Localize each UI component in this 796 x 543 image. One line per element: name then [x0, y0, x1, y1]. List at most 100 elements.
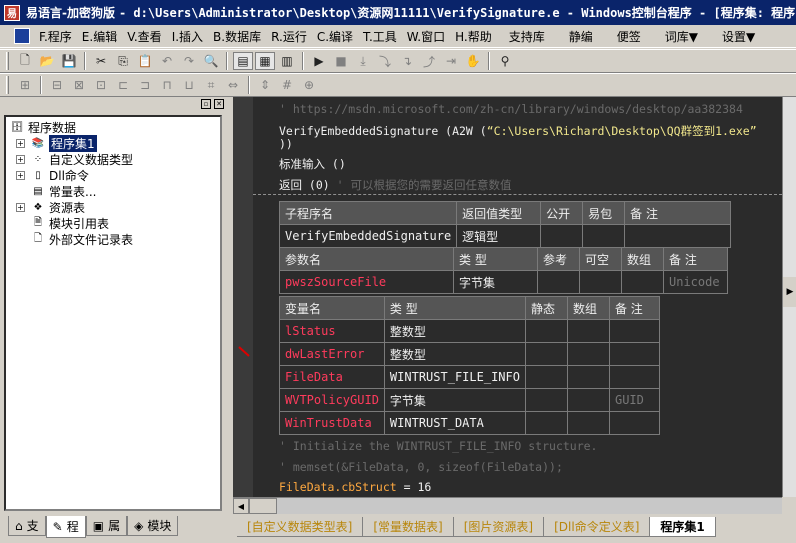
tab-properties[interactable]: ▣ 属 — [85, 516, 128, 536]
editor-gutter — [233, 97, 253, 497]
align-right-icon[interactable]: ⊠ — [69, 76, 89, 94]
step-icon[interactable]: ⤓ — [353, 52, 373, 70]
grid-icon[interactable]: # — [277, 76, 297, 94]
menu-edit[interactable]: E.编辑 — [77, 28, 122, 45]
run-icon[interactable]: ▶ — [309, 52, 329, 70]
expand-icon[interactable]: + — [16, 138, 25, 148]
tab-program[interactable]: ✎ 程 — [45, 516, 86, 538]
table-row[interactable]: lStatus 整数型 — [279, 319, 660, 343]
new-file-icon[interactable]: 🗋 — [15, 52, 35, 70]
sub-name[interactable]: VerifyEmbeddedSignature — [278, 224, 458, 248]
same-height-icon[interactable]: ⊔ — [179, 76, 199, 94]
panel-close-icon[interactable]: ✕ — [214, 99, 224, 109]
center-form-icon[interactable]: ⊕ — [299, 76, 319, 94]
align-bottom-icon[interactable]: ⊡ — [91, 76, 111, 94]
step-out-icon[interactable]: ⤴ — [419, 52, 439, 70]
table-row[interactable]: FileData WINTRUST_FILE_INFO — [279, 365, 660, 389]
menu-window[interactable]: W.窗口 — [402, 28, 450, 45]
menu-insert[interactable]: I.插入 — [167, 28, 208, 45]
tree-item-module[interactable]: + 📚 程序集1 — [6, 134, 220, 152]
tree-item-resources[interactable]: + ❖ 资源表 — [6, 199, 220, 215]
tab-constant-table[interactable]: [常量数据表] — [363, 517, 454, 537]
table-row[interactable]: pwszSourceFile 字节集 Unicode — [279, 270, 728, 294]
vertical-scrollbar[interactable]: ▶ — [782, 97, 796, 497]
step-into-icon[interactable]: ⤵ — [375, 52, 395, 70]
binoculars-icon[interactable]: ⚲ — [495, 52, 515, 70]
space-vertical-icon[interactable]: ⇕ — [255, 76, 275, 94]
menu-lexicon[interactable]: 词库▼ — [653, 28, 710, 45]
redo-icon[interactable]: ↷ — [179, 52, 199, 70]
align-top-icon[interactable]: ⊟ — [47, 76, 67, 94]
menu-settings[interactable]: 设置▼ — [710, 28, 767, 45]
title-bar: 易 易语言-加密狗版 - d:\Users\Administrator\Desk… — [0, 0, 796, 25]
expand-icon[interactable]: + — [16, 154, 25, 164]
table-row[interactable]: WVTPolicyGUID 字节集 GUID — [279, 388, 660, 412]
tab-dll-commands[interactable]: [Dll命令定义表] — [544, 517, 651, 537]
table-row[interactable]: WinTrustData WINTRUST_DATA — [279, 411, 660, 435]
align-toolbar: ⊞ ⊟ ⊠ ⊡ ⊏ ⊐ ⊓ ⊔ ⌗ ⇔ ⇕ # ⊕ — [0, 73, 796, 97]
menu-help[interactable]: H.帮助 — [450, 28, 497, 45]
tab-image-resources[interactable]: [图片资源表] — [453, 517, 545, 537]
layout-3-icon[interactable]: ▥ — [277, 52, 297, 70]
menu-support-lib[interactable]: 支持库 — [497, 28, 557, 45]
editor-tabs: [自定义数据类型表] [常量数据表] [图片资源表] [Dll命令定义表] 程序… — [233, 517, 796, 543]
step-over-icon[interactable]: ↴ — [397, 52, 417, 70]
stop-icon[interactable]: ■ — [331, 52, 351, 70]
toolbar-grip[interactable] — [6, 52, 9, 70]
code-editor[interactable]: ' https://msdn.microsoft.com/zh-cn/libra… — [233, 97, 782, 497]
save-icon[interactable]: 💾 — [59, 52, 79, 70]
tab-support[interactable]: ⌂ 支 — [8, 516, 46, 536]
paste-icon[interactable]: 📋 — [135, 52, 155, 70]
comment-memset: ' memset(&FileData, 0, sizeof(FileData))… — [279, 460, 563, 474]
horizontal-scrollbar[interactable]: ◀ — [233, 497, 782, 514]
properties-icon: ▣ — [92, 518, 105, 533]
app-icon: 易 — [4, 4, 20, 21]
layout-1-icon[interactable]: ▤ — [233, 52, 253, 70]
menu-logo-icon[interactable] — [14, 28, 30, 44]
support-icon: ⌂ — [15, 518, 23, 533]
tree-item-constants[interactable]: ▤ 常量表... — [6, 183, 220, 199]
layout-2-icon[interactable]: ▦ — [255, 52, 275, 70]
table-row[interactable]: dwLastError 整数型 — [279, 342, 660, 366]
expand-icon[interactable]: + — [16, 202, 25, 212]
menu-view[interactable]: V.查看 — [122, 28, 166, 45]
run-to-cursor-icon[interactable]: ⇥ — [441, 52, 461, 70]
scroll-left-icon[interactable]: ◀ — [233, 498, 249, 514]
center-vertical-icon[interactable]: ⊐ — [135, 76, 155, 94]
menu-notes[interactable]: 便签 — [605, 28, 653, 45]
panel-restore-icon[interactable]: ▫ — [201, 99, 211, 109]
hand-icon[interactable]: ✋ — [463, 52, 483, 70]
menu-database[interactable]: B.数据库 — [208, 28, 266, 45]
align-left-icon[interactable]: ⊞ — [15, 76, 35, 94]
scroll-thumb[interactable] — [249, 498, 277, 514]
same-size-icon[interactable]: ⌗ — [201, 76, 221, 94]
assign-line: FileData.cbStruct = 16 — [279, 480, 432, 494]
tree-item-datatype[interactable]: + ⁘ 自定义数据类型 — [6, 151, 220, 167]
menu-static-compile[interactable]: 静编 — [557, 28, 605, 45]
panel-expand-icon[interactable]: ▶ — [783, 277, 796, 307]
table-row[interactable]: VerifyEmbeddedSignature 逻辑型 — [278, 224, 732, 248]
copy-icon[interactable]: ⎘ — [113, 52, 133, 70]
tree-root[interactable]: 🗄 程序数据 — [6, 119, 220, 135]
menu-program[interactable]: F.程序 — [34, 28, 77, 45]
menu-tools[interactable]: T.工具 — [358, 28, 402, 45]
call-line: VerifyEmbeddedSignature (A2W (“C:\Users\… — [279, 124, 757, 138]
left-panel-tabs: ⌂ 支 ✎ 程 ▣ 属 ◈ 模块 — [0, 516, 228, 543]
tab-modules[interactable]: ◈ 模块 — [127, 516, 179, 536]
menu-compile[interactable]: C.编译 — [312, 28, 358, 45]
undo-icon[interactable]: ↶ — [157, 52, 177, 70]
tab-module-1[interactable]: 程序集1 — [650, 517, 716, 537]
toolbar-grip-2[interactable] — [6, 76, 9, 94]
tree-item-module-ref[interactable]: 🗎 模块引用表 — [6, 215, 220, 231]
menu-run[interactable]: R.运行 — [266, 28, 312, 45]
find-icon[interactable]: 🔍 — [201, 52, 221, 70]
tree-item-external-files[interactable]: 🗋 外部文件记录表 — [6, 231, 220, 247]
same-width-icon[interactable]: ⊓ — [157, 76, 177, 94]
expand-icon[interactable]: + — [16, 170, 25, 180]
tab-datatype-table[interactable]: [自定义数据类型表] — [237, 517, 364, 537]
tree-item-dll[interactable]: + ▯ Dll命令 — [6, 167, 220, 183]
open-folder-icon[interactable]: 📂 — [37, 52, 57, 70]
center-horizontal-icon[interactable]: ⊏ — [113, 76, 133, 94]
space-horizontal-icon[interactable]: ⇔ — [223, 76, 243, 94]
cut-icon[interactable]: ✂ — [91, 52, 111, 70]
